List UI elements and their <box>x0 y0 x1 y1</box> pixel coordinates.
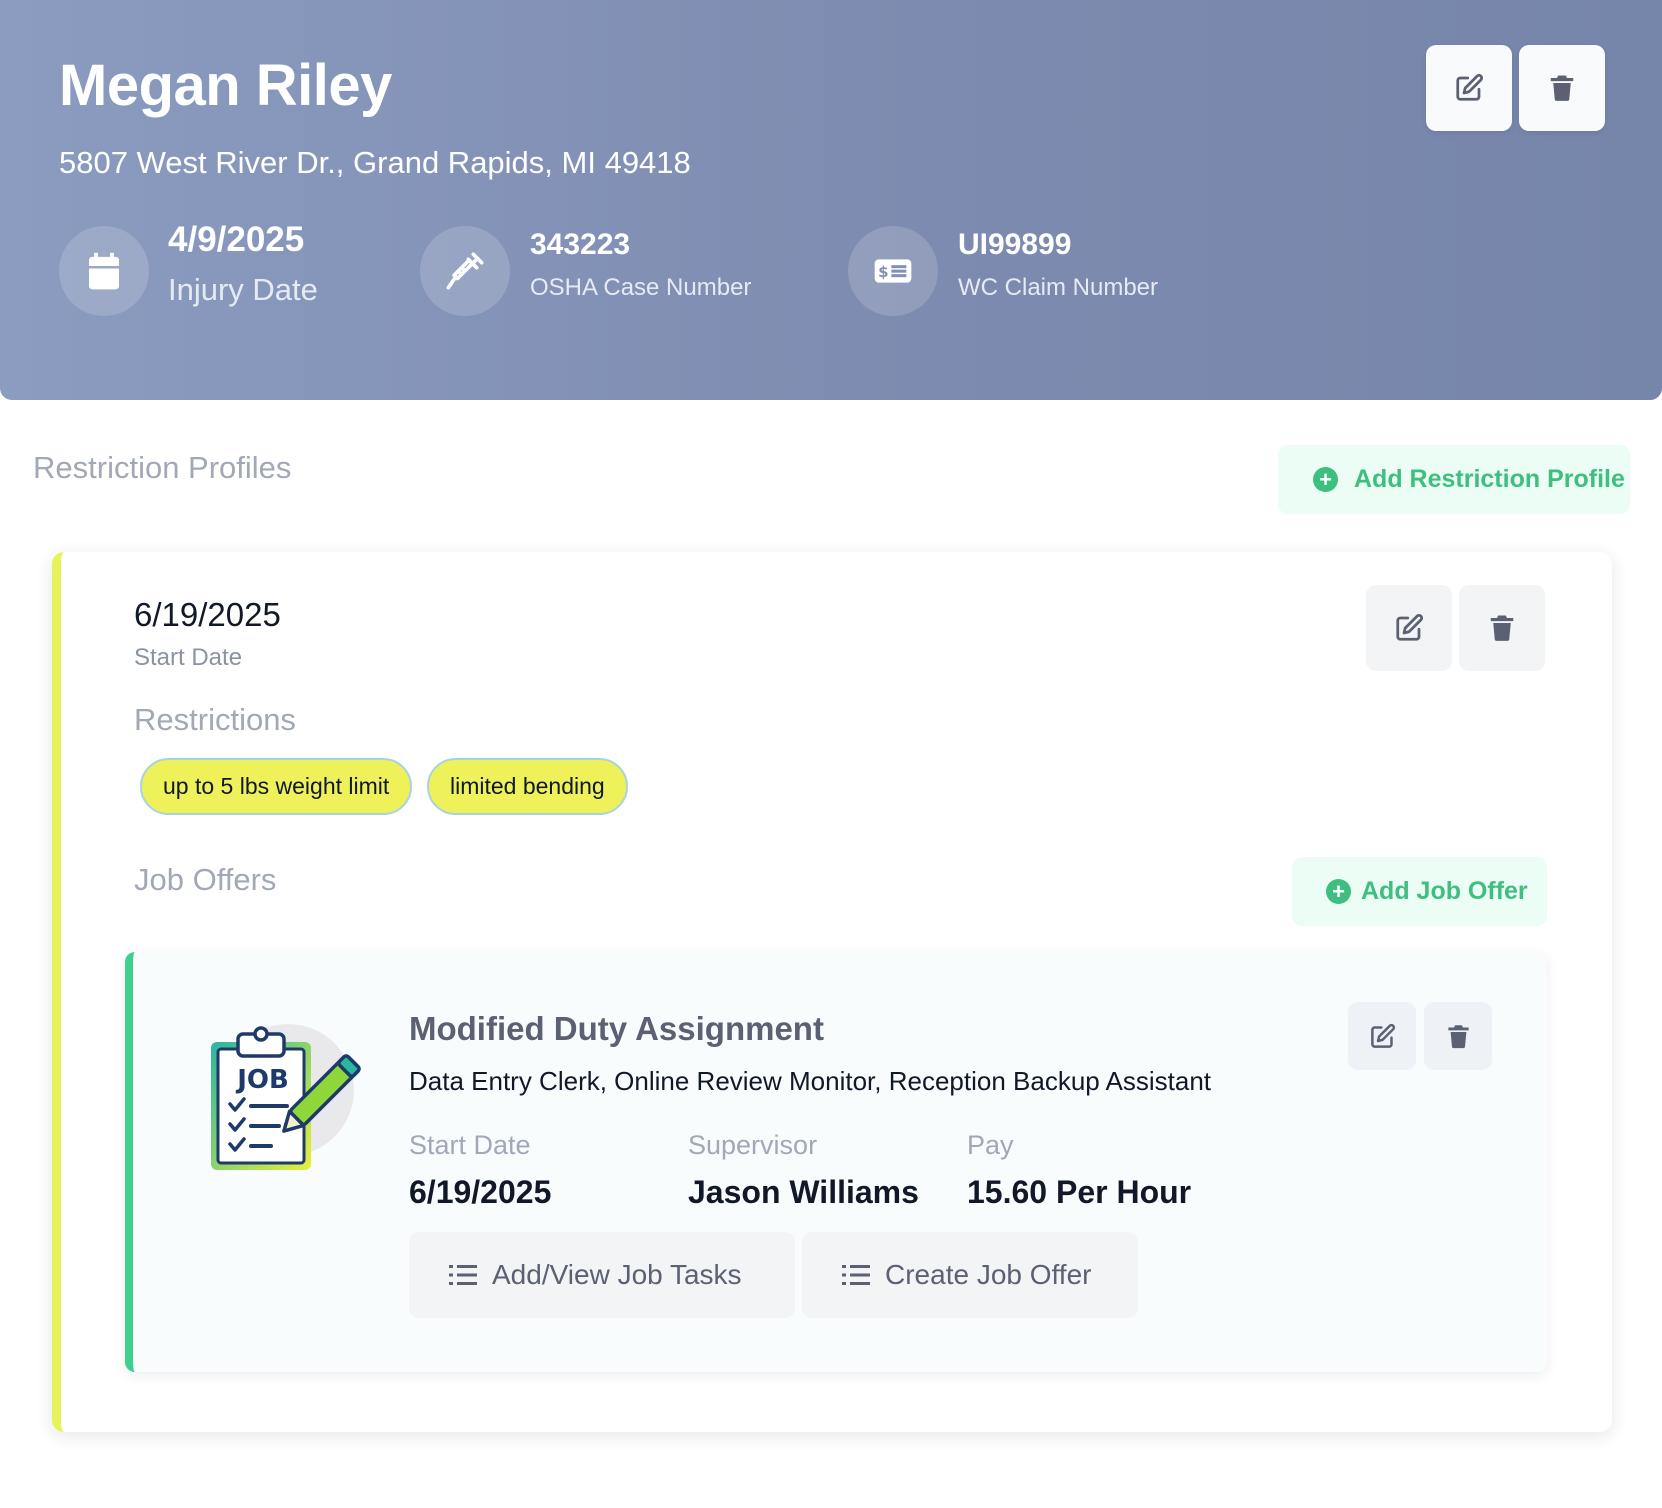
edit-icon <box>1370 1023 1395 1048</box>
job-offer-card: JOB Modified Duty Assignment Data Entry … <box>125 952 1547 1372</box>
calendar-icon-circle <box>59 226 149 316</box>
injury-date-label: Injury Date <box>168 272 318 307</box>
plus-circle-icon: + <box>1326 879 1351 904</box>
wc-claim-label: WC Claim Number <box>958 274 1159 301</box>
plus-circle-icon: + <box>1313 467 1338 492</box>
create-job-offer-label: Create Job Offer <box>885 1259 1092 1290</box>
restriction-profile-card: 6/19/2025 Start Date Restrictions up to … <box>52 552 1612 1432</box>
trash-icon <box>1550 75 1574 101</box>
pay-label: Pay <box>967 1130 1014 1160</box>
edit-profile-button[interactable] <box>1366 585 1452 671</box>
add-job-offer-label: Add Job Offer <box>1361 877 1528 905</box>
supervisor-value: Jason Williams <box>688 1174 919 1210</box>
add-job-offer-button[interactable]: + Add Job Offer <box>1292 857 1547 926</box>
delete-job-offer-button[interactable] <box>1424 1002 1492 1070</box>
patient-name: Megan Riley <box>59 53 392 118</box>
edit-patient-button[interactable] <box>1426 45 1512 131</box>
create-job-offer-button[interactable]: Create Job Offer <box>802 1232 1138 1318</box>
restrictions-title: Restrictions <box>134 702 296 737</box>
job-offers-title: Job Offers <box>134 862 277 897</box>
add-view-job-tasks-button[interactable]: Add/View Job Tasks <box>409 1232 795 1318</box>
wc-claim-value: UI99899 <box>958 228 1072 261</box>
calendar-icon <box>89 252 119 290</box>
job-offer-title: Modified Duty Assignment <box>409 1010 824 1047</box>
job-start-date-label: Start Date <box>409 1130 531 1160</box>
osha-case-value: 343223 <box>530 228 631 261</box>
restriction-profiles-title: Restriction Profiles <box>33 450 292 485</box>
list-icon <box>842 1265 870 1285</box>
job-icon-text: JOB <box>235 1065 289 1095</box>
profile-start-date-label: Start Date <box>134 644 243 671</box>
supervisor-label: Supervisor <box>688 1130 818 1160</box>
injury-date-value: 4/9/2025 <box>168 220 305 259</box>
add-restriction-profile-button[interactable]: + Add Restriction Profile <box>1278 445 1630 514</box>
add-view-job-tasks-label: Add/View Job Tasks <box>492 1259 742 1290</box>
syringe-icon <box>446 252 484 290</box>
syringe-icon-circle <box>420 226 510 316</box>
edit-icon <box>1456 73 1484 101</box>
edit-job-offer-button[interactable] <box>1348 1002 1416 1070</box>
profile-start-date: 6/19/2025 <box>134 596 281 633</box>
delete-profile-button[interactable] <box>1459 585 1545 671</box>
job-offer-description: Data Entry Clerk, Online Review Monitor,… <box>409 1066 1212 1096</box>
pay-value: 15.60 Per Hour <box>967 1174 1192 1210</box>
delete-patient-button[interactable] <box>1519 45 1605 131</box>
list-icon <box>449 1265 477 1285</box>
patient-header: Megan Riley 5807 West River Dr., Grand R… <box>0 0 1662 400</box>
patient-address: 5807 West River Dr., Grand Rapids, MI 49… <box>59 145 691 180</box>
osha-case-label: OSHA Case Number <box>530 274 752 301</box>
restriction-chip: limited bending <box>427 758 628 815</box>
restriction-chip: up to 5 lbs weight limit <box>140 758 413 815</box>
money-check-icon: $ <box>874 259 912 283</box>
job-start-date-value: 6/19/2025 <box>409 1174 552 1210</box>
trash-icon <box>1447 1024 1469 1048</box>
svg-text:$: $ <box>878 263 888 281</box>
money-check-icon-circle: $ <box>848 226 938 316</box>
job-clipboard-icon: JOB <box>205 1020 375 1180</box>
trash-icon <box>1490 615 1514 641</box>
add-restriction-profile-label: Add Restriction Profile <box>1354 465 1625 493</box>
edit-icon <box>1396 613 1424 641</box>
